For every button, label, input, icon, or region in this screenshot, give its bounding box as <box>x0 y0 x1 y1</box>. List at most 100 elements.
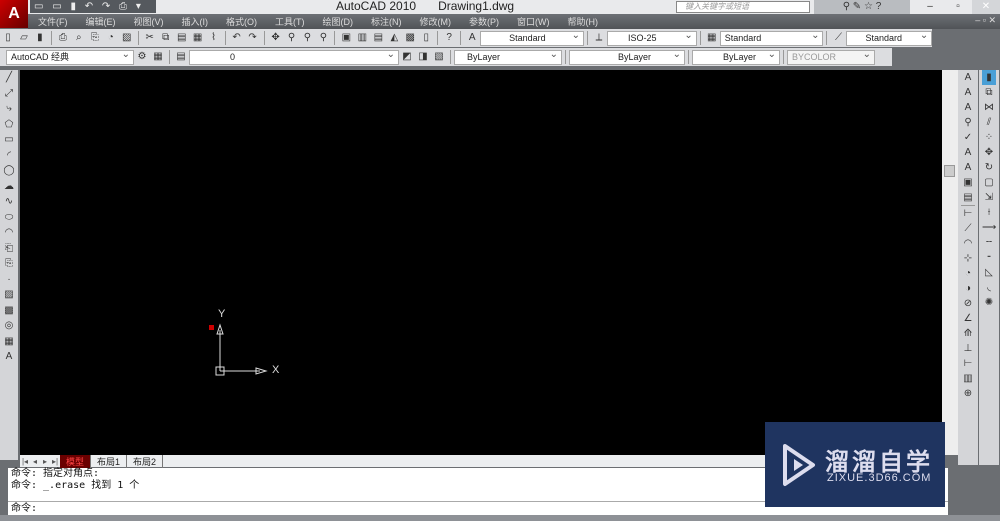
extend-icon[interactable]: ⟶ <box>982 220 996 235</box>
zoom-realtime-icon[interactable]: ⚲ <box>285 31 299 45</box>
explode-icon[interactable]: ✺ <box>982 295 996 310</box>
markup-icon[interactable]: ▩ <box>403 31 417 45</box>
menu-insert[interactable]: 插入(I) <box>182 15 209 28</box>
close-button[interactable]: ✕ <box>972 0 1000 14</box>
tab-layout2[interactable]: 布局2 <box>127 454 164 468</box>
layer-manager-icon[interactable]: ▤ <box>174 50 188 64</box>
vertical-scrollbar[interactable] <box>942 70 958 455</box>
quick-access-toolbar[interactable]: ▭ ▭ ▮ ↶ ↷ ⎙ ▾ <box>30 0 156 13</box>
3d-dwf-icon[interactable]: ◔ <box>104 31 118 45</box>
help-icon[interactable]: ? <box>442 31 456 45</box>
region-icon[interactable]: ◎ <box>2 318 16 334</box>
workspace-select[interactable]: AutoCAD 经典 <box>6 48 134 65</box>
rotate-icon[interactable]: ↻ <box>982 160 996 175</box>
zoom-previous-icon[interactable]: ⚲ <box>316 31 330 45</box>
break-icon[interactable]: ╌ <box>982 235 996 250</box>
menu-view[interactable]: 视图(V) <box>134 15 164 28</box>
scale-icon[interactable]: ▢ <box>982 175 996 190</box>
layer-state-icon[interactable]: ▧ <box>432 50 446 64</box>
pan-icon[interactable]: ✥ <box>269 31 283 45</box>
menu-draw[interactable]: 绘图(D) <box>323 15 354 28</box>
menu-modify[interactable]: 修改(M) <box>420 15 452 28</box>
hatch-icon[interactable]: ▨ <box>2 287 16 303</box>
gradient-icon[interactable]: ▩ <box>2 303 16 319</box>
mtext-icon[interactable]: A <box>961 85 975 100</box>
erase-icon[interactable]: ▮ <box>982 70 996 85</box>
menu-tools[interactable]: 工具(T) <box>275 15 305 28</box>
text-style-icon[interactable]: A <box>961 145 975 160</box>
ellipse-icon[interactable]: ⬭ <box>2 210 16 226</box>
fillet-icon[interactable]: ◟ <box>982 280 996 295</box>
document-window-controls[interactable]: – ▫ ✕ <box>975 15 996 26</box>
plotstyle-select[interactable]: BYCOLOR <box>787 48 875 65</box>
angular-icon[interactable]: ∠ <box>961 311 975 326</box>
justify-text-icon[interactable]: ▣ <box>961 175 975 190</box>
rectangle-icon[interactable]: ▭ <box>2 132 16 148</box>
zoom-window-icon[interactable]: ⚲ <box>300 31 314 45</box>
mirror-icon[interactable]: ⋈ <box>982 100 996 115</box>
mleader-style-select[interactable]: Standard <box>846 29 933 46</box>
search-input[interactable]: 键入关键字或短语 <box>676 1 810 13</box>
baseline-icon[interactable]: ⊥ <box>961 341 975 356</box>
convert-icon[interactable]: ▤ <box>961 190 975 205</box>
tab-model[interactable]: 模型 <box>60 454 92 468</box>
tab-layout1[interactable]: 布局1 <box>91 454 128 468</box>
move-icon[interactable]: ✥ <box>982 145 996 160</box>
aligned-dim-icon[interactable]: ⟋ <box>961 221 975 236</box>
new-icon[interactable]: ▯ <box>1 31 15 45</box>
tolerance-icon[interactable]: ▥ <box>961 371 975 386</box>
layer-previous-icon[interactable]: ◨ <box>416 50 430 64</box>
trim-icon[interactable]: ⟊ <box>982 205 996 220</box>
menu-help[interactable]: 帮助(H) <box>568 15 599 28</box>
stretch-icon[interactable]: ⇲ <box>982 190 996 205</box>
properties-icon[interactable]: ▣ <box>339 31 353 45</box>
circle-icon[interactable]: ◯ <box>2 163 16 179</box>
jogged-icon[interactable]: ◑ <box>961 281 975 296</box>
workspace-settings-icon[interactable]: ⚙ <box>135 50 149 64</box>
plot-icon[interactable]: ⎙ <box>56 31 70 45</box>
copy-icon[interactable]: ⧉ <box>982 85 996 100</box>
open-icon[interactable]: ▱ <box>17 31 31 45</box>
make-current-icon[interactable]: ◩ <box>400 50 414 64</box>
color-select[interactable]: ByLayer <box>454 48 562 65</box>
menu-edit[interactable]: 编辑(E) <box>86 15 116 28</box>
menu-file[interactable]: 文件(F) <box>38 15 68 28</box>
continue-icon[interactable]: ⊢ <box>961 356 975 371</box>
paste-icon[interactable]: ▤ <box>175 31 189 45</box>
diameter-icon[interactable]: ⊘ <box>961 296 975 311</box>
layer-select[interactable]: 0 <box>189 48 399 65</box>
spline-icon[interactable]: ∿ <box>2 194 16 210</box>
offset-icon[interactable]: ⫽ <box>982 115 996 130</box>
quickcalc-icon[interactable]: ▯ <box>419 31 433 45</box>
construction-line-icon[interactable]: ⤢ <box>2 86 16 102</box>
text-icon[interactable]: A <box>961 70 975 85</box>
design-center-icon[interactable]: ▥ <box>355 31 369 45</box>
tool-palettes-icon[interactable]: ▤ <box>371 31 385 45</box>
menu-format[interactable]: 格式(O) <box>226 15 257 28</box>
point-icon[interactable]: · <box>2 272 16 288</box>
revcloud-icon[interactable]: ☁ <box>2 179 16 195</box>
lineweight-select[interactable]: ByLayer <box>692 48 780 65</box>
polygon-icon[interactable]: ⬠ <box>2 117 16 133</box>
block-editor-icon[interactable]: ▦ <box>191 31 205 45</box>
first-tab-button[interactable]: |◂ <box>20 457 30 466</box>
copy-icon[interactable]: ⧉ <box>159 31 173 45</box>
last-tab-button[interactable]: ▸| <box>50 457 60 466</box>
app-menu-button[interactable]: A <box>0 0 28 28</box>
spelling-icon[interactable]: ✓ <box>961 130 975 145</box>
join-icon[interactable]: ⁃ <box>982 250 996 265</box>
menu-parametric[interactable]: 参数(P) <box>469 15 499 28</box>
sheet-set-manager-icon[interactable]: ◭ <box>387 31 401 45</box>
mtext-icon[interactable]: A <box>2 349 16 365</box>
ellipse-arc-icon[interactable]: ◠ <box>2 225 16 241</box>
insert-block-icon[interactable]: ⎗ <box>2 241 16 257</box>
linear-dim-icon[interactable]: ⊢ <box>961 206 975 221</box>
arc-length-icon[interactable]: ◠ <box>961 236 975 251</box>
infocenter-icons[interactable]: ⚲ ✎ ☆ ? <box>814 0 910 14</box>
maximize-button[interactable]: ▫ <box>944 0 972 14</box>
undo-icon[interactable]: ↶ <box>230 31 244 45</box>
minimize-button[interactable]: – <box>916 0 944 14</box>
radius-icon[interactable]: ◔ <box>961 266 975 281</box>
workspace-icon[interactable]: ▦ <box>151 50 165 64</box>
polyline-icon[interactable]: ⤷ <box>2 101 16 117</box>
